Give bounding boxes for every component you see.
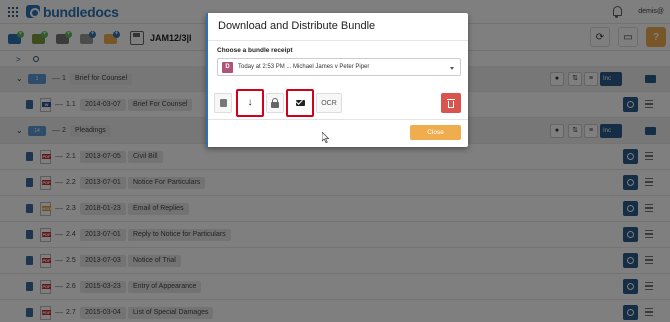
receipt-selected-value: Today at 2:53 PM ... Michael James v Pet… [238, 64, 370, 70]
download-icon: ↓ [247, 97, 253, 108]
lock-icon [271, 97, 279, 108]
ocr-button[interactable]: OCR [316, 93, 342, 113]
download-distribute-modal: Download and Distribute Bundle Choose a … [206, 13, 468, 147]
envelope-icon [295, 100, 305, 106]
modal-title: Download and Distribute Bundle [218, 20, 376, 32]
receipt-select[interactable]: D Today at 2:53 PM ... Michael James v P… [217, 58, 461, 76]
close-button[interactable]: Close [410, 125, 461, 140]
trash-icon [447, 98, 455, 108]
chevron-down-icon [450, 67, 454, 70]
view-bundle-button[interactable] [214, 93, 232, 113]
email-button[interactable] [286, 89, 314, 117]
delete-button[interactable] [441, 93, 461, 113]
book-icon [219, 99, 227, 107]
modal-footer-divider [208, 119, 468, 120]
download-button[interactable]: ↓ [236, 89, 264, 117]
ocr-label: OCR [321, 99, 337, 107]
receipt-avatar: D [222, 62, 233, 73]
modal-divider [208, 40, 468, 41]
receipt-label: Choose a bundle receipt [217, 47, 293, 54]
lock-button[interactable] [266, 93, 284, 113]
